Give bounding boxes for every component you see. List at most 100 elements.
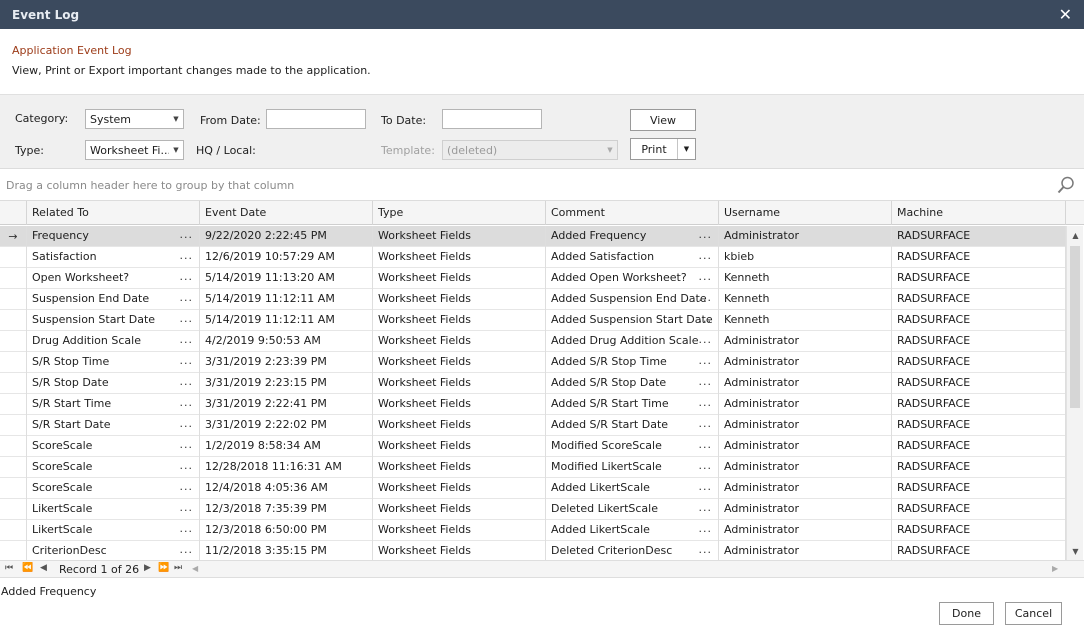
type-dropdown[interactable]: Worksheet Fi... ▼ bbox=[85, 140, 184, 160]
cell-comment[interactable]: Added Suspension End Date... bbox=[546, 289, 719, 310]
cell-username[interactable]: Administrator bbox=[719, 352, 892, 373]
cell-comment[interactable]: Added LikertScale... bbox=[546, 520, 719, 541]
table-row[interactable]: S/R Stop Time... 3/31/2019 2:23:39 PM Work… bbox=[0, 352, 1066, 373]
cell-related-to[interactable]: LikertScale... bbox=[27, 520, 200, 541]
row-indicator[interactable] bbox=[0, 247, 27, 268]
cell-username[interactable]: Administrator bbox=[719, 436, 892, 457]
ellipsis-button[interactable]: ... bbox=[699, 312, 713, 325]
table-row[interactable]: → Frequency... 9/22/2020 2:22:45 PM Workshe… bbox=[0, 226, 1066, 247]
cell-event-date[interactable]: 11/2/2018 3:35:15 PM bbox=[200, 541, 373, 560]
cell-username[interactable]: Administrator bbox=[719, 499, 892, 520]
cell-related-to[interactable]: Open Worksheet?... bbox=[27, 268, 200, 289]
cell-machine[interactable]: RADSURFACE bbox=[892, 289, 1066, 310]
cell-comment[interactable]: Added Open Worksheet?... bbox=[546, 268, 719, 289]
cell-type[interactable]: Worksheet Fields bbox=[373, 457, 546, 478]
cell-related-to[interactable]: ScoreScale... bbox=[27, 436, 200, 457]
ellipsis-button[interactable]: ... bbox=[180, 270, 194, 283]
cell-comment[interactable]: Added S/R Stop Date... bbox=[546, 373, 719, 394]
ellipsis-button[interactable]: ... bbox=[699, 291, 713, 304]
cell-type[interactable]: Worksheet Fields bbox=[373, 247, 546, 268]
ellipsis-button[interactable]: ... bbox=[699, 270, 713, 283]
cell-machine[interactable]: RADSURFACE bbox=[892, 373, 1066, 394]
cell-type[interactable]: Worksheet Fields bbox=[373, 415, 546, 436]
ellipsis-button[interactable]: ... bbox=[699, 501, 713, 514]
cancel-button[interactable]: Cancel bbox=[1005, 602, 1062, 625]
cell-comment[interactable]: Added Frequency... bbox=[546, 226, 719, 247]
cell-username[interactable]: Administrator bbox=[719, 541, 892, 560]
cell-comment[interactable]: Added LikertScale... bbox=[546, 478, 719, 499]
cell-username[interactable]: Kenneth bbox=[719, 310, 892, 331]
cell-comment[interactable]: Added Satisfaction... bbox=[546, 247, 719, 268]
cell-event-date[interactable]: 4/2/2019 9:50:53 AM bbox=[200, 331, 373, 352]
current-row-arrow-icon[interactable]: → bbox=[0, 226, 27, 247]
ellipsis-button[interactable]: ... bbox=[699, 333, 713, 346]
table-row[interactable]: ScoreScale... 12/28/2018 11:16:31 AM Works… bbox=[0, 457, 1066, 478]
scroll-right-icon[interactable]: ▶ bbox=[1052, 564, 1058, 573]
ellipsis-button[interactable]: ... bbox=[699, 396, 713, 409]
chevron-down-icon[interactable]: ▼ bbox=[678, 139, 695, 159]
cell-type[interactable]: Worksheet Fields bbox=[373, 226, 546, 247]
cell-event-date[interactable]: 5/14/2019 11:12:11 AM bbox=[200, 310, 373, 331]
column-header-machine[interactable]: Machine bbox=[892, 201, 1066, 225]
cell-username[interactable]: Administrator bbox=[719, 373, 892, 394]
cell-type[interactable]: Worksheet Fields bbox=[373, 373, 546, 394]
ellipsis-button[interactable]: ... bbox=[699, 228, 713, 241]
row-indicator[interactable] bbox=[0, 331, 27, 352]
cell-comment[interactable]: Added S/R Start Date... bbox=[546, 415, 719, 436]
cell-machine[interactable]: RADSURFACE bbox=[892, 331, 1066, 352]
cell-related-to[interactable]: Suspension End Date... bbox=[27, 289, 200, 310]
cell-related-to[interactable]: ScoreScale... bbox=[27, 478, 200, 499]
cell-related-to[interactable]: S/R Start Date... bbox=[27, 415, 200, 436]
to-date-input[interactable] bbox=[442, 109, 542, 129]
column-header-event-date[interactable]: Event Date bbox=[200, 201, 373, 225]
ellipsis-button[interactable]: ... bbox=[699, 354, 713, 367]
cell-event-date[interactable]: 12/6/2019 10:57:29 AM bbox=[200, 247, 373, 268]
ellipsis-button[interactable]: ... bbox=[180, 249, 194, 262]
cell-event-date[interactable]: 3/31/2019 2:23:39 PM bbox=[200, 352, 373, 373]
cell-machine[interactable]: RADSURFACE bbox=[892, 352, 1066, 373]
table-row[interactable]: S/R Start Time... 3/31/2019 2:22:41 PM Wor… bbox=[0, 394, 1066, 415]
ellipsis-button[interactable]: ... bbox=[180, 480, 194, 493]
cell-event-date[interactable]: 3/31/2019 2:23:15 PM bbox=[200, 373, 373, 394]
category-dropdown[interactable]: System ▼ bbox=[85, 109, 184, 129]
cell-related-to[interactable]: S/R Start Time... bbox=[27, 394, 200, 415]
cell-comment[interactable]: Modified ScoreScale... bbox=[546, 436, 719, 457]
scrollbar-thumb[interactable] bbox=[1070, 246, 1080, 408]
row-indicator[interactable] bbox=[0, 268, 27, 289]
cell-related-to[interactable]: S/R Stop Date... bbox=[27, 373, 200, 394]
ellipsis-button[interactable]: ... bbox=[180, 354, 194, 367]
cell-type[interactable]: Worksheet Fields bbox=[373, 289, 546, 310]
cell-comment[interactable]: Modified LikertScale... bbox=[546, 457, 719, 478]
vertical-scrollbar[interactable]: ▲ ▼ bbox=[1066, 226, 1083, 560]
cell-comment[interactable]: Deleted CriterionDesc... bbox=[546, 541, 719, 560]
cell-username[interactable]: Administrator bbox=[719, 415, 892, 436]
scroll-left-icon[interactable]: ◀ bbox=[192, 564, 198, 573]
ellipsis-button[interactable]: ... bbox=[699, 543, 713, 556]
ellipsis-button[interactable]: ... bbox=[180, 375, 194, 388]
cell-comment[interactable]: Deleted LikertScale... bbox=[546, 499, 719, 520]
ellipsis-button[interactable]: ... bbox=[180, 228, 194, 241]
cell-event-date[interactable]: 5/14/2019 11:12:11 AM bbox=[200, 289, 373, 310]
cell-type[interactable]: Worksheet Fields bbox=[373, 499, 546, 520]
cell-related-to[interactable]: S/R Stop Time... bbox=[27, 352, 200, 373]
cell-comment[interactable]: Added S/R Start Time... bbox=[546, 394, 719, 415]
ellipsis-button[interactable]: ... bbox=[180, 333, 194, 346]
scroll-up-icon[interactable]: ▲ bbox=[1067, 228, 1084, 242]
column-header-type[interactable]: Type bbox=[373, 201, 546, 225]
row-indicator[interactable] bbox=[0, 352, 27, 373]
cell-event-date[interactable]: 12/3/2018 7:35:39 PM bbox=[200, 499, 373, 520]
column-header-related-to[interactable]: Related To bbox=[27, 201, 200, 225]
cell-machine[interactable]: RADSURFACE bbox=[892, 541, 1066, 560]
cell-related-to[interactable]: Satisfaction... bbox=[27, 247, 200, 268]
previous-record-icon[interactable]: ◀ bbox=[40, 563, 47, 573]
cell-machine[interactable]: RADSURFACE bbox=[892, 520, 1066, 541]
ellipsis-button[interactable]: ... bbox=[699, 459, 713, 472]
cell-machine[interactable]: RADSURFACE bbox=[892, 247, 1066, 268]
cell-username[interactable]: Administrator bbox=[719, 226, 892, 247]
table-row[interactable]: Drug Addition Scale... 4/2/2019 9:50:53 A… bbox=[0, 331, 1066, 352]
ellipsis-button[interactable]: ... bbox=[699, 249, 713, 262]
cell-machine[interactable]: RADSURFACE bbox=[892, 499, 1066, 520]
table-row[interactable]: Satisfaction... 12/6/2019 10:57:29 AM Work… bbox=[0, 247, 1066, 268]
cell-machine[interactable]: RADSURFACE bbox=[892, 394, 1066, 415]
next-record-icon[interactable]: ▶ bbox=[144, 563, 151, 573]
